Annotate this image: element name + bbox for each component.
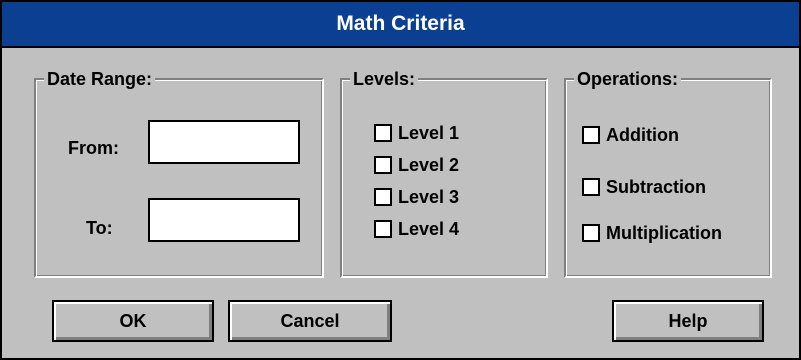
- level-2-label: Level 2: [398, 154, 460, 175]
- level-3-label: Level 3: [398, 186, 460, 207]
- operations-group: Operations: Addition Subtraction Multipl…: [564, 68, 772, 278]
- checkbox-box[interactable]: [582, 178, 600, 196]
- from-label: From:: [68, 138, 119, 158]
- checkbox-box[interactable]: [374, 220, 392, 238]
- checkbox-box[interactable]: [374, 156, 392, 174]
- level-4-checkbox[interactable]: Level 4: [374, 218, 459, 240]
- subtraction-checkbox[interactable]: Subtraction: [582, 176, 706, 198]
- level-3-checkbox[interactable]: Level 3: [374, 186, 459, 208]
- checkbox-box[interactable]: [374, 124, 392, 142]
- cancel-button[interactable]: Cancel: [228, 300, 392, 342]
- from-date-input[interactable]: [148, 120, 300, 164]
- checkbox-box[interactable]: [374, 188, 392, 206]
- to-label: To:: [86, 218, 113, 238]
- levels-group: Levels: Level 1 Level 2 Level 3 Level 4: [340, 68, 548, 278]
- multiplication-label: Multiplication: [606, 222, 722, 243]
- addition-label: Addition: [606, 124, 679, 145]
- checkbox-box[interactable]: [582, 224, 600, 242]
- operations-title: Operations:: [574, 68, 682, 90]
- ok-button[interactable]: OK: [52, 300, 214, 342]
- date-range-group: Date Range: From: To:: [34, 68, 324, 278]
- levels-title: Levels:: [350, 68, 419, 90]
- subtraction-label: Subtraction: [606, 176, 707, 197]
- level-1-checkbox[interactable]: Level 1: [374, 122, 459, 144]
- level-4-label: Level 4: [398, 218, 460, 239]
- level-1-label: Level 1: [398, 122, 460, 143]
- level-2-checkbox[interactable]: Level 2: [374, 154, 459, 176]
- checkbox-box[interactable]: [582, 126, 600, 144]
- to-date-input[interactable]: [148, 198, 300, 242]
- help-button[interactable]: Help: [612, 300, 764, 342]
- date-range-title: Date Range:: [44, 68, 156, 90]
- addition-checkbox[interactable]: Addition: [582, 124, 679, 146]
- multiplication-checkbox[interactable]: Multiplication: [582, 222, 722, 244]
- math-criteria-dialog: Math Criteria Date Range: From: To: Leve…: [0, 0, 801, 360]
- dialog-title: Math Criteria: [2, 2, 799, 48]
